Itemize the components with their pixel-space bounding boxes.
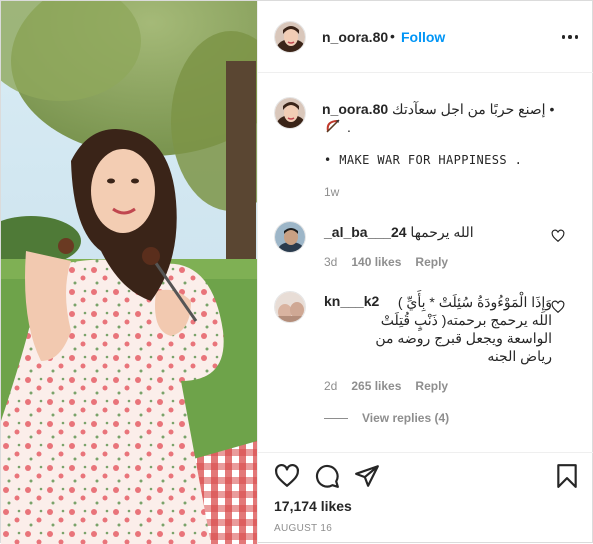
view-replies-label: View replies (4) — [362, 411, 450, 425]
like-comment-heart-icon[interactable] — [551, 229, 565, 243]
view-replies-button[interactable]: View replies (4) — [324, 411, 449, 425]
comment-meta: 2d 265 likes Reply — [324, 379, 448, 393]
post-header: n_oora.80 • Follow — [258, 1, 593, 73]
comment-meta: 3d 140 likes Reply — [324, 255, 448, 269]
comment-line: رياض الجنه — [487, 348, 552, 364]
post-photo[interactable] — [1, 1, 257, 544]
reply-button[interactable]: Reply — [415, 255, 448, 269]
comment-username[interactable]: _al_ba___24 — [324, 224, 407, 240]
more-options-icon[interactable] — [558, 27, 582, 47]
commenter-avatar[interactable] — [274, 221, 306, 253]
comment-likes[interactable]: 265 likes — [351, 379, 401, 393]
comment-body: وَإِذَا الْمَوْءُودَةُ سُئِلَتْ * بِأَيِ… — [324, 293, 552, 365]
caption-period: . — [347, 119, 351, 135]
comment-time[interactable]: 3d — [324, 255, 337, 269]
replies-divider — [324, 417, 348, 419]
save-bookmark-icon[interactable] — [554, 463, 580, 489]
separator-dot: • — [390, 28, 395, 44]
post-photo-image — [1, 1, 257, 544]
like-comment-heart-icon[interactable] — [551, 300, 565, 314]
likes-count[interactable]: 17,174 likes — [274, 498, 352, 514]
follow-button[interactable]: Follow — [401, 29, 445, 45]
caption-first-line: n_oora.80 • إصنع حربًا من اجل سعآدتك — [322, 100, 562, 118]
post-author-username[interactable]: n_oora.80 — [322, 29, 388, 45]
post-date[interactable]: AUGUST 16 — [274, 523, 332, 534]
comment-line: الواسعة ويجعل قبرج روضه من — [375, 330, 552, 346]
share-paper-plane-icon[interactable] — [354, 463, 380, 489]
avatar[interactable] — [274, 21, 306, 53]
comments-list[interactable]: n_oora.80 • إصنع حربًا من اجل سعآدتك . •… — [258, 74, 593, 452]
commenter-avatar[interactable] — [274, 291, 306, 323]
comment-body: الله يرحمها — [410, 224, 474, 240]
post-details-panel: n_oora.80 • Follow n_oora.80 • إصنع حربً… — [257, 1, 593, 544]
like-heart-icon[interactable] — [274, 463, 300, 489]
comment-text: _al_ba___24 الله يرحمها — [324, 223, 564, 241]
caption-avatar[interactable] — [274, 97, 306, 129]
post-dialog: n_oora.80 • Follow n_oora.80 • إصنع حربً… — [0, 0, 593, 544]
comment-bubble-icon[interactable] — [314, 463, 340, 489]
post-actions-bar: 17,174 likes AUGUST 16 — [258, 452, 593, 544]
reply-button[interactable]: Reply — [415, 379, 448, 393]
comment-line: وَإِذَا الْمَوْءُودَةُ سُئِلَتْ * بِأَيِ… — [397, 294, 552, 310]
comment-line: الله يرحمج برحمته( ذَنْبٍ قُتِلَتْ — [380, 312, 552, 328]
comment-likes[interactable]: 140 likes — [351, 255, 401, 269]
caption-arabic-text: • إصنع حربًا من اجل سعآدتك — [392, 101, 555, 117]
caption-time[interactable]: 1w — [324, 185, 339, 199]
likes-count-text: 17,174 likes — [274, 498, 352, 514]
caption-username[interactable]: n_oora.80 — [322, 101, 388, 117]
comment-time[interactable]: 2d — [324, 379, 337, 393]
bow-and-arrow-emoji-icon — [326, 119, 340, 133]
caption-english-text: • MAKE WAR FOR HAPPINESS . — [324, 153, 523, 167]
